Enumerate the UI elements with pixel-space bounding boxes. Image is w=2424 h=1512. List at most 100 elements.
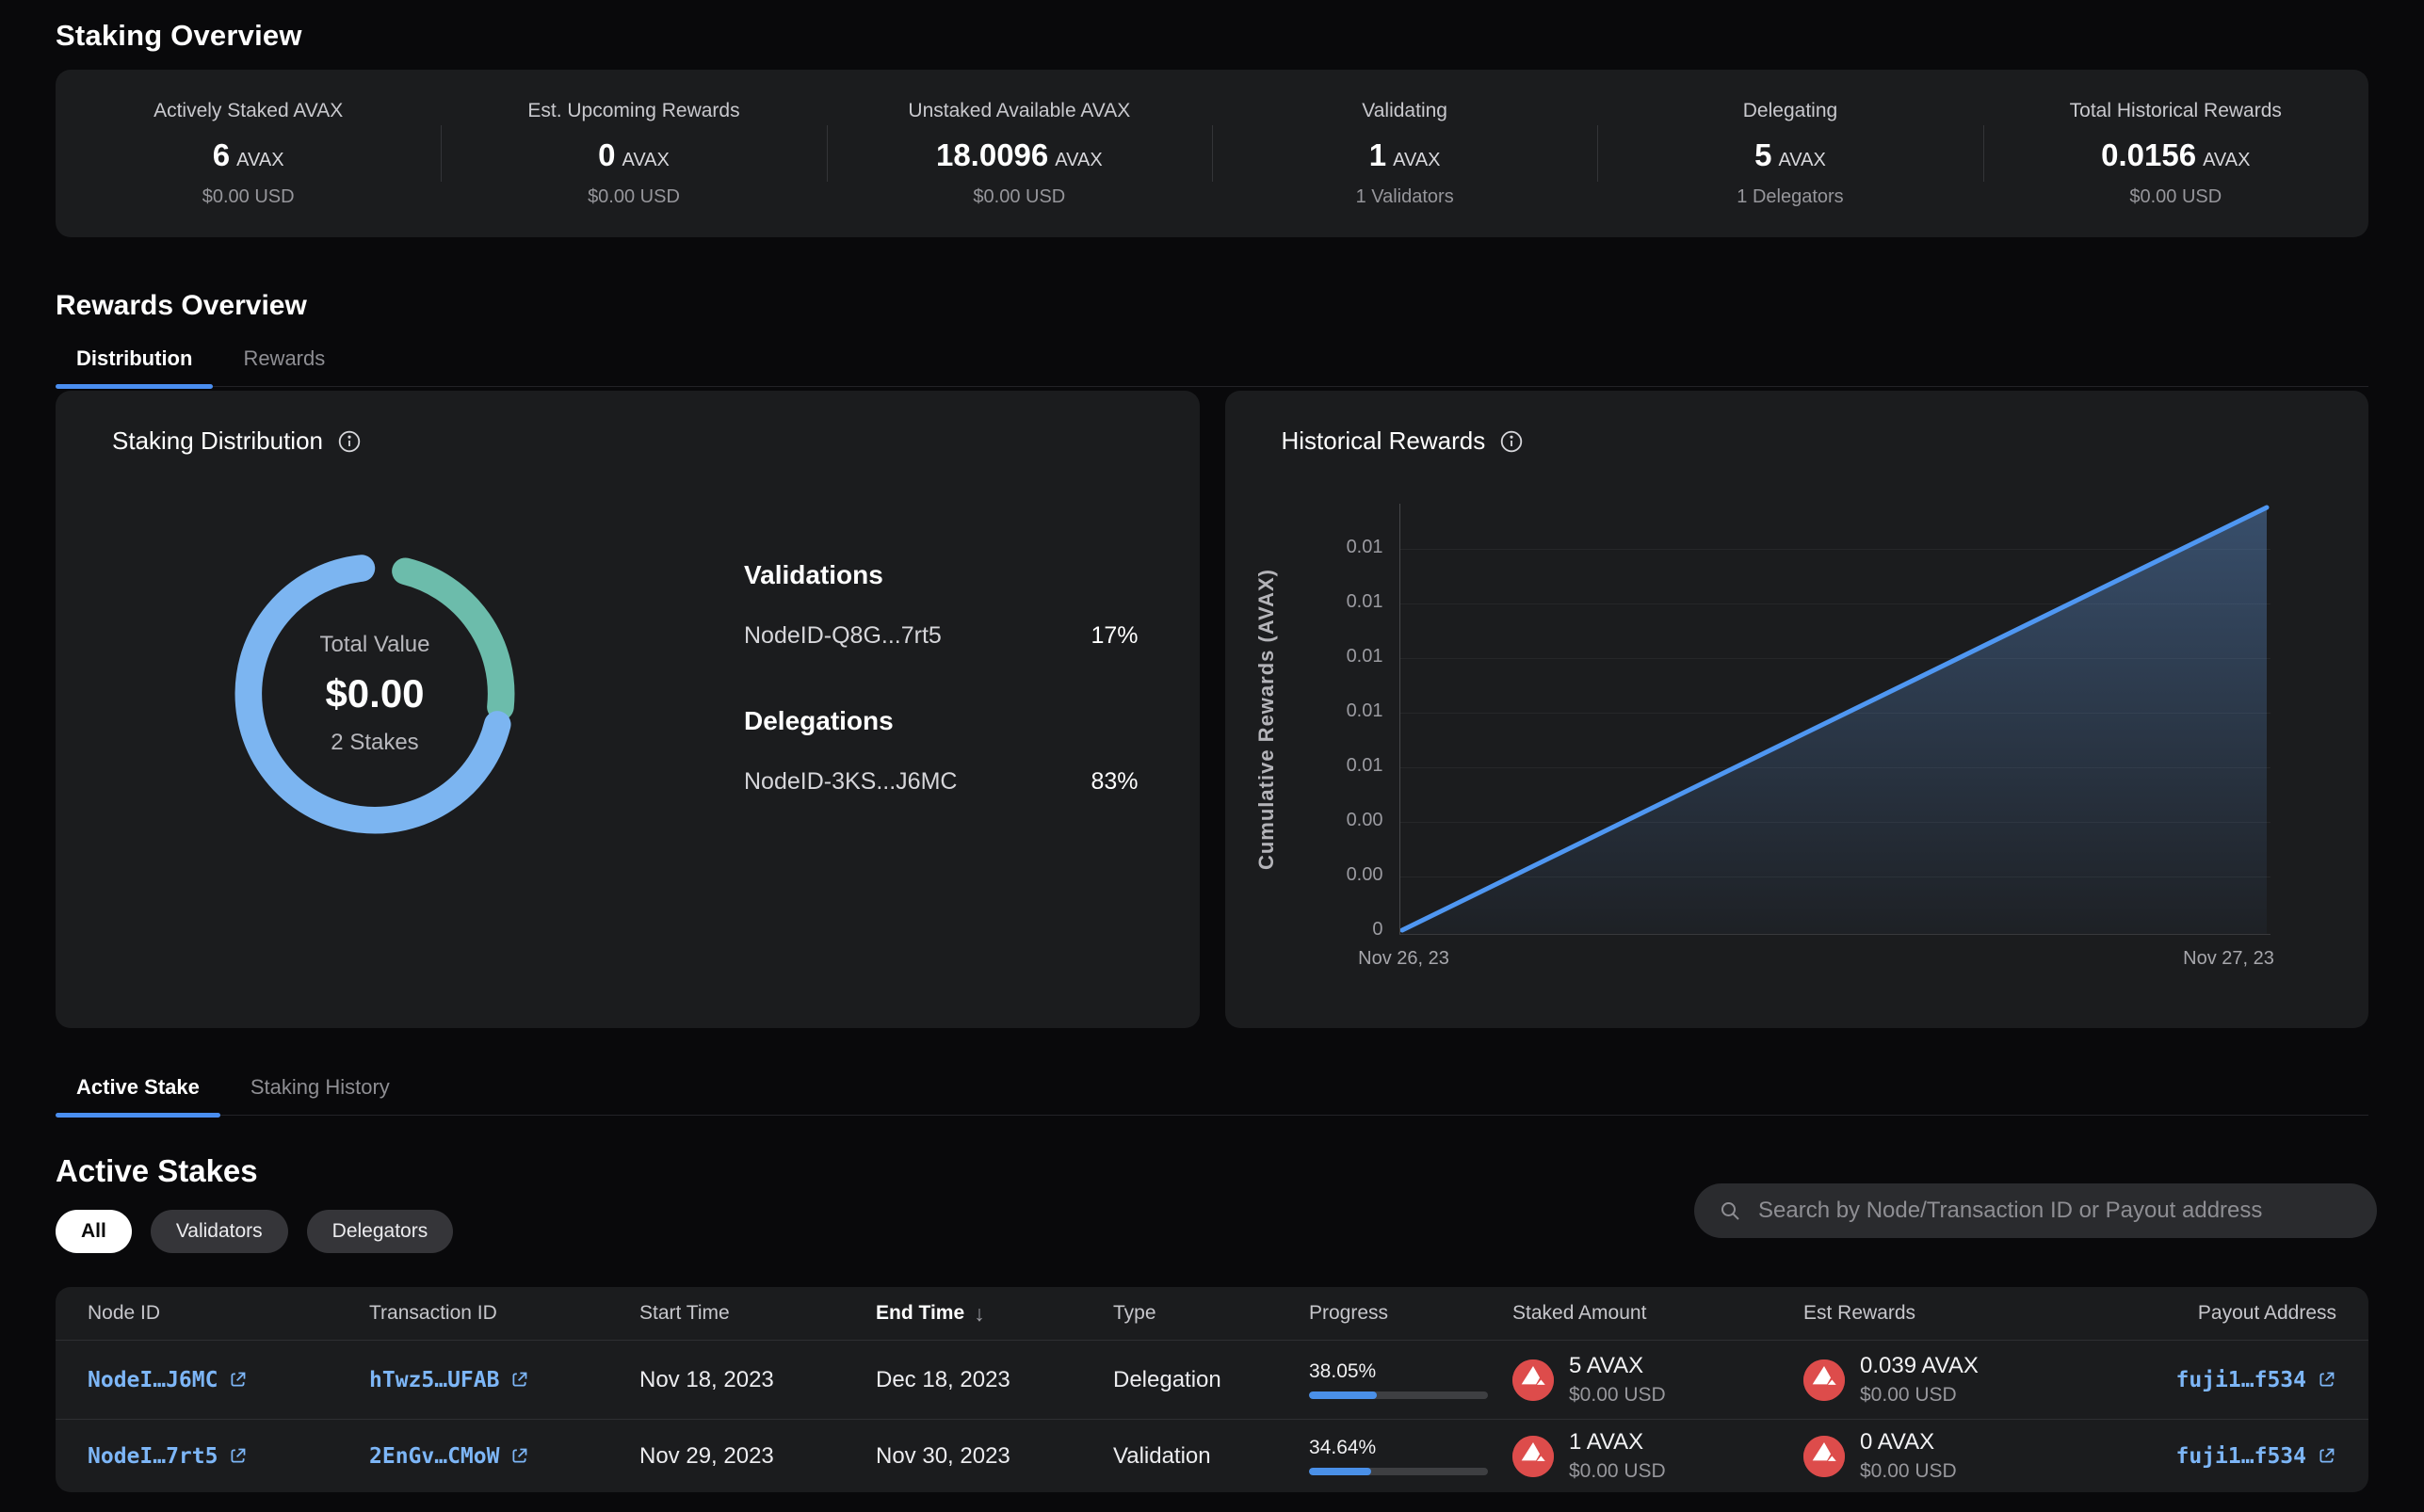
payout-address-link[interactable]: fuji1…f534 [2176,1444,2336,1469]
y-tick: 0.01 [1225,537,1383,558]
y-axis-ticks: 0.01 0.01 0.01 0.01 0.01 0.00 0.00 0 [1225,504,1383,935]
delegations-row: NodeID-3KS...J6MC 83% [744,768,1139,796]
search-icon [1719,1199,1741,1222]
external-link-icon [2317,1446,2336,1466]
staking-distribution-panel: Staking Distribution Total Value $0.00 2… [56,391,1200,1028]
stat-label: Validating [1221,100,1588,122]
start-time: Nov 18, 2023 [639,1367,876,1393]
progress-bar-fill [1309,1391,1377,1399]
stat-value: 1 [1369,137,1386,172]
stat-label: Total Historical Rewards [1993,100,2359,122]
historical-rewards-chart [1399,504,2270,935]
filter-delegators[interactable]: Delegators [307,1210,454,1253]
filter-validators[interactable]: Validators [151,1210,288,1253]
tab-active-stake[interactable]: Active Stake [56,1075,220,1115]
rewards-usd: $0.00 USD [1860,1384,1979,1407]
stat-validating: Validating 1AVAX 1 Validators [1212,100,1597,208]
stat-sub: 1 Delegators [1607,186,1973,208]
info-icon[interactable] [1499,429,1524,454]
end-time: Dec 18, 2023 [876,1367,1113,1393]
y-tick: 0.00 [1225,864,1383,886]
staking-distribution-title: Staking Distribution [112,426,323,456]
stat-unit: AVAX [1055,150,1102,170]
progress-bar [1309,1468,1488,1475]
stake-search[interactable] [1694,1183,2377,1238]
filter-all[interactable]: All [56,1210,132,1253]
col-payout-address[interactable]: Payout Address [2198,1302,2336,1325]
staked-avax: 1 AVAX [1569,1429,1666,1456]
tab-distribution[interactable]: Distribution [56,346,213,386]
tab-rewards[interactable]: Rewards [222,346,346,386]
y-tick: 0.01 [1225,646,1383,668]
node-id-link[interactable]: NodeI…7rt5 [88,1444,369,1469]
delegations-percent: 83% [1091,768,1138,796]
payout-address-link[interactable]: fuji1…f534 [2176,1368,2336,1392]
staked-amount-cell: 1 AVAX $0.00 USD [1512,1429,1803,1483]
stake-tabs: Active Stake Staking History [56,1075,2368,1116]
stat-label: Unstaked Available AVAX [836,100,1203,122]
stat-unit: AVAX [2203,150,2250,170]
progress-bar-fill [1309,1468,1371,1475]
table-row: NodeI…7rt5 2EnGv…CMoW Nov 29, 2023 Nov 3… [56,1420,2368,1492]
progress-percent: 38.05% [1309,1360,1512,1383]
col-type[interactable]: Type [1113,1302,1309,1325]
sort-desc-icon: ↓ [974,1301,985,1327]
rewards-usd: $0.00 USD [1860,1460,1957,1483]
rewards-line-series [1400,504,2270,934]
rewards-panels: Staking Distribution Total Value $0.00 2… [56,391,2368,1028]
col-progress[interactable]: Progress [1309,1302,1512,1325]
external-link-icon [228,1446,248,1466]
tab-staking-history[interactable]: Staking History [230,1075,411,1115]
stake-type: Delegation [1113,1367,1309,1393]
staked-avax: 5 AVAX [1569,1353,1666,1379]
stat-label: Delegating [1607,100,1973,122]
historical-rewards-title: Historical Rewards [1282,426,1486,456]
validations-percent: 17% [1091,622,1138,650]
stat-total-historical: Total Historical Rewards 0.0156AVAX $0.0… [1983,100,2368,208]
search-input[interactable] [1756,1197,2352,1225]
donut-center: Total Value $0.00 2 Stakes [219,539,530,849]
delegations-node-id: NodeID-3KS...J6MC [744,768,957,796]
validations-node-id: NodeID-Q8G...7rt5 [744,622,942,650]
stat-actively-staked: Actively Staked AVAX 6AVAX $0.00 USD [56,100,441,208]
col-est-rewards[interactable]: Est Rewards [1803,1302,2095,1325]
stat-value: 6 [213,137,230,172]
stat-sub: $0.00 USD [65,186,431,208]
stat-upcoming-rewards: Est. Upcoming Rewards 0AVAX $0.00 USD [441,100,826,208]
x-tick-end: Nov 27, 23 [2154,948,2304,970]
staking-dashboard: Staking Overview Actively Staked AVAX 6A… [0,0,2424,1512]
stat-unit: AVAX [1778,150,1825,170]
stat-value: 0 [598,137,615,172]
stake-type: Validation [1113,1443,1309,1470]
active-stakes-table: Node ID Transaction ID Start Time End Ti… [56,1287,2368,1492]
stat-sub: $0.00 USD [836,186,1203,208]
historical-rewards-panel: Historical Rewards Cumulative Rewards (A… [1225,391,2369,1028]
est-rewards-cell: 0 AVAX $0.00 USD [1803,1429,2095,1483]
validations-heading: Validations [744,560,1139,590]
col-end-time[interactable]: End Time ↓ [876,1301,1113,1327]
info-icon[interactable] [337,429,362,454]
col-start-time[interactable]: Start Time [639,1302,876,1325]
y-tick: 0 [1225,919,1383,941]
external-link-icon [509,1446,529,1466]
avax-logo-icon [1512,1359,1554,1401]
external-link-icon [228,1370,248,1390]
transaction-id-link[interactable]: hTwz5…UFAB [369,1368,639,1392]
progress-percent: 34.64% [1309,1437,1512,1459]
avax-logo-icon [1803,1359,1845,1401]
col-staked-amount[interactable]: Staked Amount [1512,1302,1803,1325]
start-time: Nov 29, 2023 [639,1443,876,1470]
validations-row: NodeID-Q8G...7rt5 17% [744,622,1139,650]
avax-logo-icon [1512,1436,1554,1477]
col-node-id[interactable]: Node ID [88,1302,369,1325]
y-tick: 0.01 [1225,700,1383,722]
end-time: Nov 30, 2023 [876,1443,1113,1470]
rewards-avax: 0 AVAX [1860,1429,1957,1456]
transaction-id-link[interactable]: 2EnGv…CMoW [369,1444,639,1469]
node-id-link[interactable]: NodeI…J6MC [88,1368,369,1392]
rewards-overview-tabs: Distribution Rewards [56,346,2368,387]
stat-unit: AVAX [1393,150,1440,170]
stat-unit: AVAX [236,150,283,170]
col-transaction-id[interactable]: Transaction ID [369,1302,639,1325]
avax-logo-icon [1803,1436,1845,1477]
